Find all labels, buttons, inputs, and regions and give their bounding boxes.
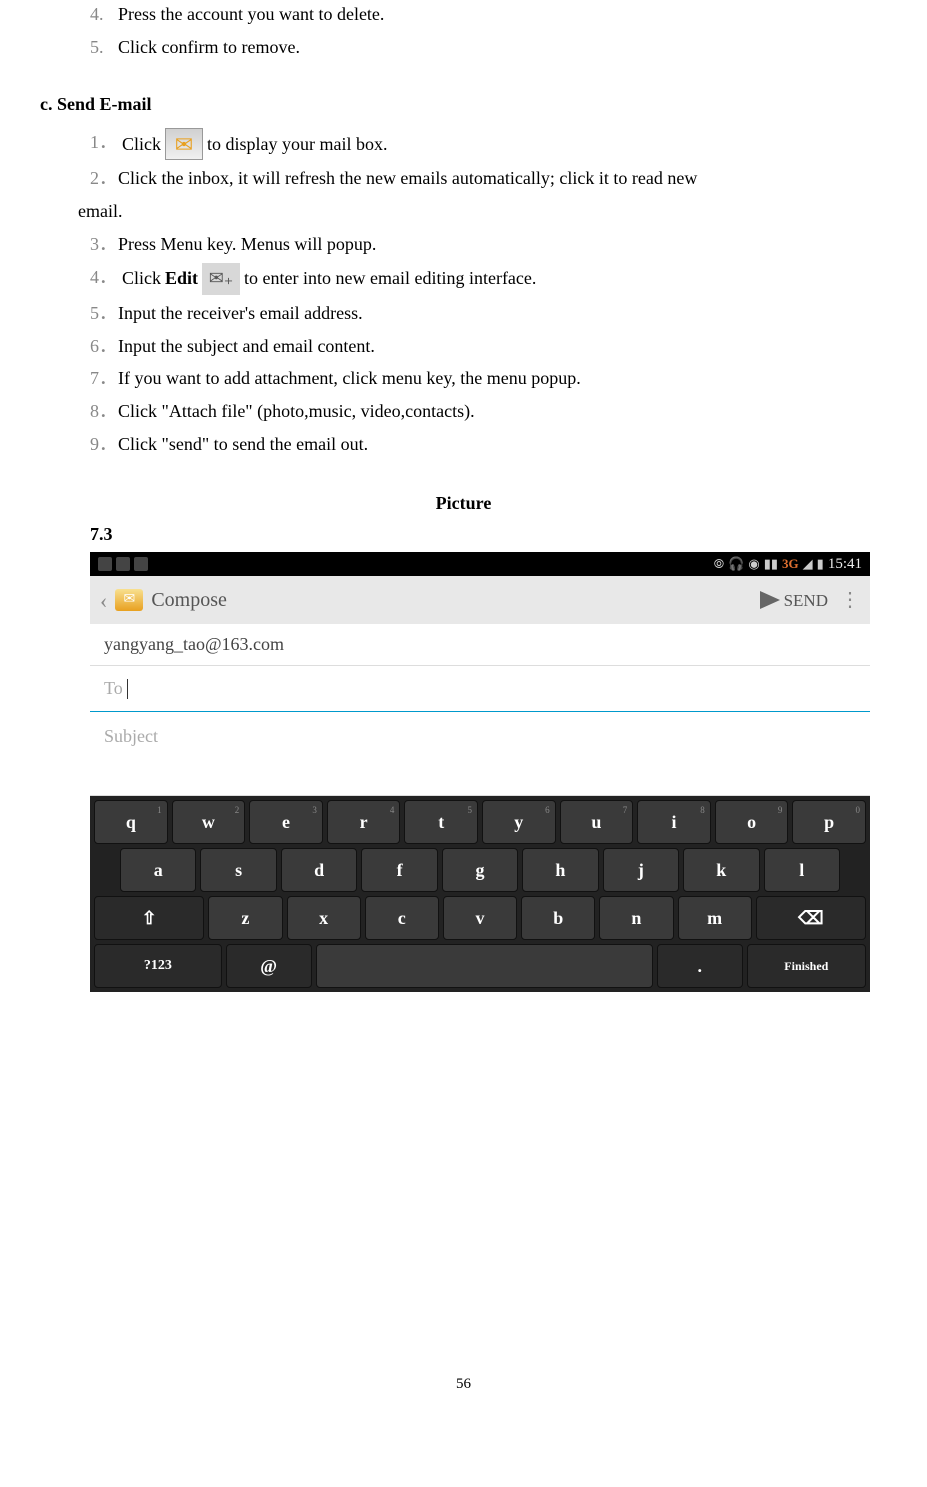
email-app-icon bbox=[165, 128, 203, 160]
to-label: To bbox=[104, 674, 123, 703]
key-j[interactable]: j bbox=[603, 848, 679, 892]
network-3g: 3G bbox=[782, 554, 799, 575]
step-text: email. bbox=[78, 197, 887, 226]
subject-field[interactable]: Subject bbox=[90, 712, 870, 796]
back-icon[interactable]: ‹ bbox=[100, 583, 107, 618]
send-button[interactable]: SEND bbox=[760, 587, 828, 614]
signal-icon: ▮▮ bbox=[764, 554, 778, 575]
key-f[interactable]: f bbox=[361, 848, 437, 892]
key-e[interactable]: e3 bbox=[249, 800, 323, 844]
status-icon bbox=[116, 557, 130, 571]
list-text: Press the account you want to delete. bbox=[118, 0, 384, 29]
key-l[interactable]: l bbox=[764, 848, 840, 892]
step-text: Press Menu key. Menus will popup. bbox=[118, 230, 887, 259]
key-z[interactable]: z bbox=[208, 896, 282, 940]
send-label: SEND bbox=[784, 587, 828, 614]
key-s[interactable]: s bbox=[200, 848, 276, 892]
list-num: 5. bbox=[90, 33, 118, 62]
key-symbols[interactable]: ?123 bbox=[94, 944, 222, 988]
key-c[interactable]: c bbox=[365, 896, 439, 940]
from-field[interactable]: yangyang_tao@163.com bbox=[90, 624, 870, 666]
mail-icon: ✉ bbox=[115, 589, 143, 611]
key-i[interactable]: i8 bbox=[637, 800, 711, 844]
key-w[interactable]: w2 bbox=[172, 800, 246, 844]
step-text: Click bbox=[122, 264, 161, 293]
step-text: Click the inbox, it will refresh the new… bbox=[118, 168, 697, 188]
step-text: Input the receiver's email address. bbox=[118, 299, 887, 328]
key-m[interactable]: m bbox=[678, 896, 752, 940]
key-finished[interactable]: Finished bbox=[747, 944, 866, 988]
step-text: to display your mail box. bbox=[207, 130, 387, 159]
key-backspace[interactable]: ⌫ bbox=[756, 896, 866, 940]
key-k[interactable]: k bbox=[683, 848, 759, 892]
status-icon bbox=[98, 557, 112, 571]
key-b[interactable]: b bbox=[521, 896, 595, 940]
headphone-icon: 🎧 bbox=[728, 554, 744, 575]
key-shift[interactable]: ⇧ bbox=[94, 896, 204, 940]
step-num: 7． bbox=[90, 364, 118, 393]
key-h[interactable]: h bbox=[522, 848, 598, 892]
step-num: 1． bbox=[90, 128, 118, 157]
key-p[interactable]: p0 bbox=[792, 800, 866, 844]
key-v[interactable]: v bbox=[443, 896, 517, 940]
step-num: 6． bbox=[90, 332, 118, 361]
status-bar: ⦾ 🎧 ◉ ▮▮ 3G ◢ ▮ 15:41 bbox=[90, 552, 870, 576]
key-q[interactable]: q1 bbox=[94, 800, 168, 844]
key-x[interactable]: x bbox=[287, 896, 361, 940]
key-n[interactable]: n bbox=[599, 896, 673, 940]
step-text: to enter into new email editing interfac… bbox=[244, 264, 536, 293]
step-num: 2． bbox=[90, 164, 118, 193]
compose-icon bbox=[202, 263, 240, 295]
picture-label: Picture bbox=[40, 489, 887, 518]
send-icon bbox=[760, 591, 780, 609]
screenshot-compose-email: ⦾ 🎧 ◉ ▮▮ 3G ◢ ▮ 15:41 ‹ ✉ Compose SEND ⋮… bbox=[90, 552, 870, 992]
compose-header: ‹ ✉ Compose SEND ⋮ bbox=[90, 576, 870, 624]
step-num: 4． bbox=[90, 263, 118, 292]
compose-title: Compose bbox=[151, 584, 227, 616]
key-g[interactable]: g bbox=[442, 848, 518, 892]
to-field[interactable]: To bbox=[90, 666, 870, 712]
step-num: 9． bbox=[90, 430, 118, 459]
step-text: Click "send" to send the email out. bbox=[118, 430, 887, 459]
key-at[interactable]: @ bbox=[226, 944, 312, 988]
step-text-bold: Edit bbox=[165, 264, 198, 293]
gps-icon: ◉ bbox=[748, 554, 759, 575]
key-space[interactable] bbox=[316, 944, 653, 988]
key-t[interactable]: t5 bbox=[404, 800, 478, 844]
step-text: If you want to add attachment, click men… bbox=[118, 364, 887, 393]
step-num: 3． bbox=[90, 230, 118, 259]
key-a[interactable]: a bbox=[120, 848, 196, 892]
list-text: Click confirm to remove. bbox=[118, 33, 300, 62]
battery-icon: ▮ bbox=[817, 554, 824, 575]
key-d[interactable]: d bbox=[281, 848, 357, 892]
step-text: Input the subject and email content. bbox=[118, 332, 887, 361]
key-r[interactable]: r4 bbox=[327, 800, 401, 844]
step-text: Click bbox=[122, 130, 161, 159]
step-text: Click "Attach file" (photo,music, video,… bbox=[118, 397, 887, 426]
section-header: c. Send E-mail bbox=[40, 90, 887, 119]
step-num: 5． bbox=[90, 299, 118, 328]
list-num: 4. bbox=[90, 0, 118, 29]
status-time: 15:41 bbox=[828, 552, 862, 576]
signal-icon: ◢ bbox=[803, 554, 813, 575]
keyboard: q1w2e3r4t5y6u7i8o9p0 asdfghjkl ⇧zxcvbnm⌫… bbox=[90, 796, 870, 992]
step-num: 8． bbox=[90, 397, 118, 426]
key-dot[interactable]: . bbox=[657, 944, 743, 988]
text-cursor-icon bbox=[127, 679, 128, 699]
bluetooth-icon: ⦾ bbox=[714, 554, 724, 575]
key-y[interactable]: y6 bbox=[482, 800, 556, 844]
page-number: 56 bbox=[40, 1372, 887, 1396]
picture-number: 7.3 bbox=[90, 520, 887, 549]
status-icon bbox=[134, 557, 148, 571]
overflow-menu-icon[interactable]: ⋮ bbox=[840, 590, 860, 610]
key-o[interactable]: o9 bbox=[715, 800, 789, 844]
key-u[interactable]: u7 bbox=[560, 800, 634, 844]
